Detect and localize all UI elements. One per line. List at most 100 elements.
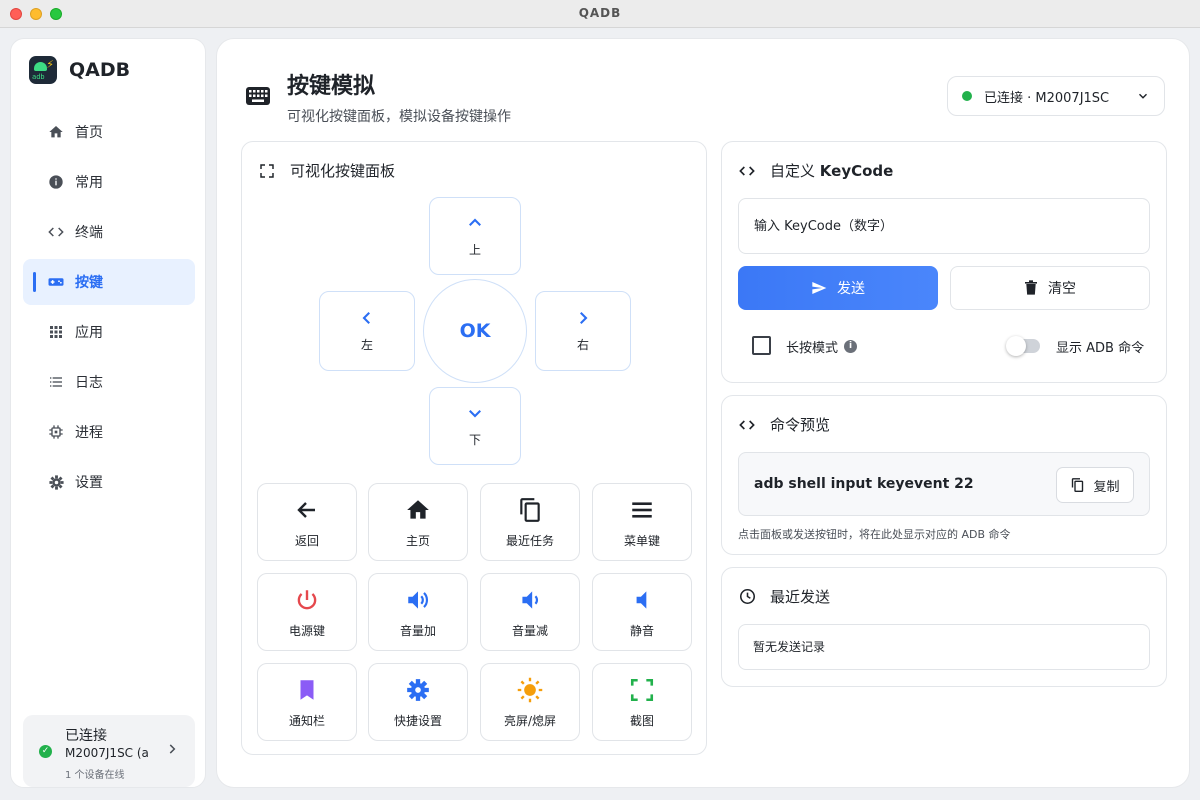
key-home-button[interactable]: 主页 [368,483,468,561]
dpad-left-label: 左 [360,338,373,352]
sidebar-item-home[interactable]: 首页 [23,109,195,155]
brand: ⚡ adb QADB [29,56,130,84]
sidebar-item-label: 首页 [75,125,103,141]
arrow-back-icon [293,496,321,524]
key-volume-up-button[interactable]: 音量加 [368,573,468,651]
panel-header: 最近发送 [738,586,830,607]
info-icon [47,173,65,191]
keycode-panel: 自定义 KeyCode 发送 清空 长按模式 i 显示 ADB 命令 [721,141,1167,383]
key-label: 亮屏/熄屏 [503,713,557,728]
command-box: adb shell input keyevent 22 复制 [738,452,1150,516]
brand-name: QADB [69,59,131,81]
key-recent-tasks-button[interactable]: 最近任务 [480,483,580,561]
show-adb-label: 显示 ADB 命令 [1056,341,1145,356]
key-label: 通知栏 [288,713,325,728]
fullscreen-icon [258,162,276,180]
sidebar-nav: 首页 常用 终端 按键 应用 日志 进程 设置 [23,109,195,509]
key-screenshot-button[interactable]: 截图 [592,663,692,741]
trash-icon [1024,280,1038,296]
panel-header: 自定义 KeyCode [738,160,893,181]
sidebar-item-label: 设置 [75,475,103,491]
dpad-down-button[interactable]: 下 [429,387,521,465]
sidebar-item-label: 进程 [75,425,103,441]
sidebar-item-keys[interactable]: 按键 [23,259,195,305]
key-label: 音量加 [399,623,436,638]
power-icon [293,586,321,614]
key-notification-button[interactable]: 通知栏 [257,663,357,741]
sun-icon [516,676,544,704]
panel-header: 可视化按键面板 [258,160,395,181]
device-name: M2007J1SC (a [65,746,149,760]
key-screen-toggle-button[interactable]: 亮屏/熄屏 [480,663,580,741]
info-icon[interactable]: i [844,340,858,353]
keycode-input[interactable] [738,198,1150,254]
gear-icon [404,676,432,704]
key-label: 快捷设置 [393,713,442,728]
clear-button-label: 清空 [1048,281,1076,297]
sidebar-item-common[interactable]: 常用 [23,159,195,205]
panel-title-bold: KeyCode [819,161,894,180]
sidebar-item-process[interactable]: 进程 [23,409,195,455]
visual-key-panel: 可视化按键面板 上 左 OK 右 下 返回 主页 最近任务 菜单键 电源键 音量… [241,141,707,755]
sidebar-item-settings[interactable]: 设置 [23,459,195,505]
key-power-button[interactable]: 电源键 [257,573,357,651]
check-circle-icon: ✓ [39,745,52,758]
panel-title: 可视化按键面板 [290,162,396,180]
keyboard-icon [245,86,271,110]
code-icon [47,223,65,241]
dpad-left-button[interactable]: 左 [319,291,415,371]
key-quick-settings-button[interactable]: 快捷设置 [368,663,468,741]
send-button-label: 发送 [837,281,865,297]
window-title: QADB [578,6,622,20]
panel-title: 最近发送 [770,588,831,606]
sidebar-item-label: 终端 [75,225,103,241]
sidebar-item-label: 日志 [75,375,103,391]
code-icon [738,162,756,180]
key-menu-button[interactable]: 菜单键 [592,483,692,561]
dpad-up-button[interactable]: 上 [429,197,521,275]
app-logo-icon: ⚡ adb [29,56,57,84]
key-label: 电源键 [288,623,325,638]
sidebar-item-logs[interactable]: 日志 [23,359,195,405]
page-title: 按键模拟 [287,74,376,99]
copy-icon [1070,477,1085,493]
long-press-checkbox[interactable] [752,336,771,355]
volume-up-icon [404,586,432,614]
send-button[interactable]: 发送 [738,266,938,310]
show-adb-toggle[interactable] [1006,336,1040,356]
device-count: 1 个设备在线 [65,770,125,781]
command-preview-panel: 命令预览 adb shell input keyevent 22 复制 点击面板… [721,395,1167,555]
dpad-up-label: 上 [468,243,481,257]
device-selector[interactable]: 已连接 · M2007J1SC [947,76,1165,116]
dpad-ok-button[interactable]: OK [423,279,527,383]
key-label: 主页 [405,533,430,548]
key-label: 静音 [629,623,654,638]
device-status-card[interactable]: ✓ 已连接 M2007J1SC (a 1 个设备在线 [23,715,195,787]
screenshot-icon [628,676,656,704]
key-volume-down-button[interactable]: 音量减 [480,573,580,651]
sidebar-item-apps[interactable]: 应用 [23,309,195,355]
main-content: 按键模拟 可视化按键面板，模拟设备按键操作 已连接 · M2007J1SC 可视… [216,38,1190,788]
copy-button[interactable]: 复制 [1056,467,1134,503]
title-bar: QADB [0,0,1200,28]
sidebar-item-terminal[interactable]: 终端 [23,209,195,255]
sidebar-item-label: 常用 [75,175,103,191]
send-icon [811,280,827,296]
key-back-button[interactable]: 返回 [257,483,357,561]
home-icon [404,496,432,524]
key-label: 返回 [294,533,319,548]
app-window: ⚡ adb QADB 首页 常用 终端 按键 应用 日志 进程 设置 ✓ 已连接… [0,28,1200,800]
clear-button[interactable]: 清空 [950,266,1150,310]
chevron-left-icon [358,309,376,330]
volume-down-icon [516,586,544,614]
device-status: 已连接 [65,728,107,744]
recent-empty-state: 暂无发送记录 [738,624,1150,670]
clock-icon [738,588,756,606]
key-label: 最近任务 [505,533,554,548]
command-note: 点击面板或发送按钮时，将在此处显示对应的 ADB 命令 [738,528,1011,541]
device-selector-label: 已连接 · M2007J1SC [984,90,1110,106]
long-press-label-wrap: 长按模式 i [786,337,858,356]
dpad-right-button[interactable]: 右 [535,291,631,371]
key-mute-button[interactable]: 静音 [592,573,692,651]
chip-icon [47,423,65,441]
